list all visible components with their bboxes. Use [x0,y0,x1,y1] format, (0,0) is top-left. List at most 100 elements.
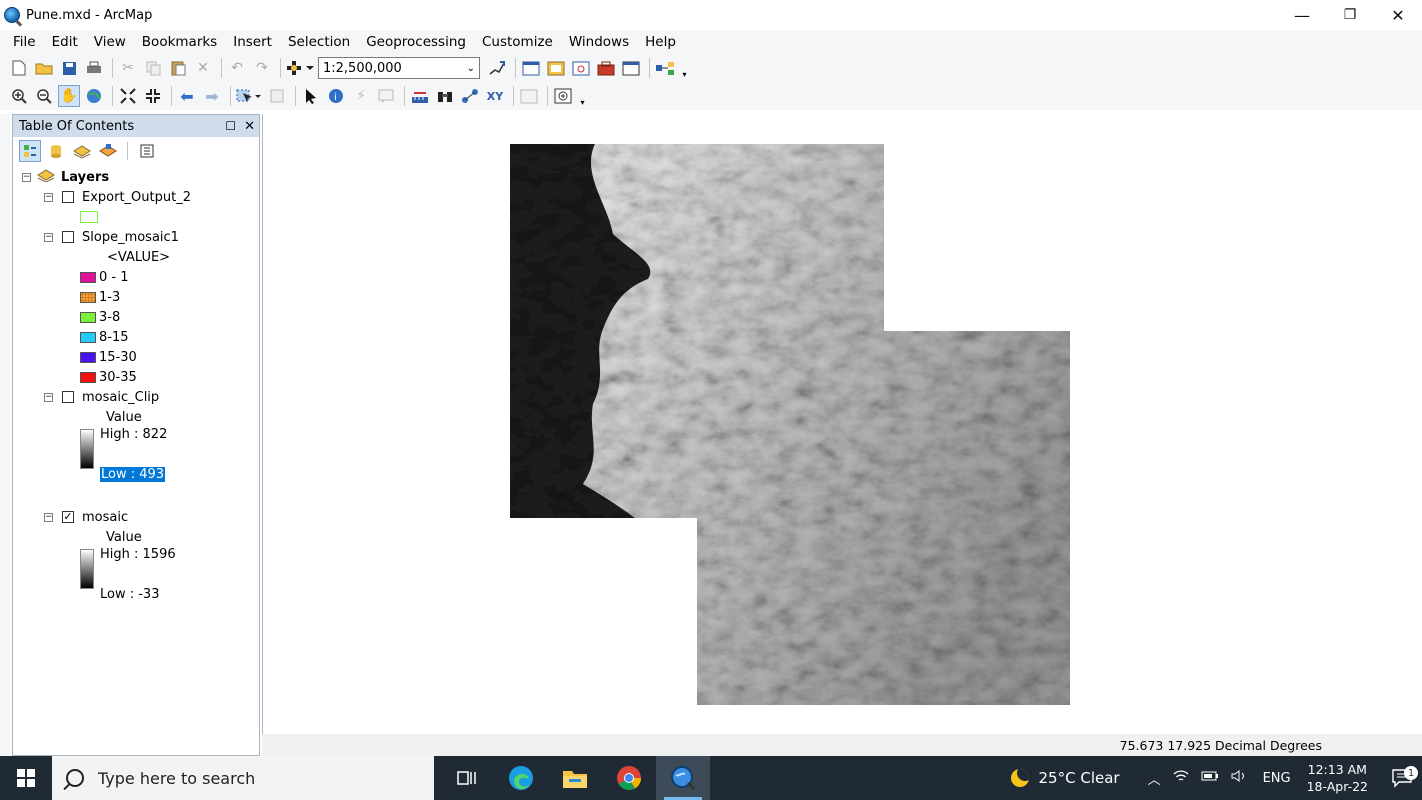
menu-windows[interactable]: Windows [561,34,637,50]
menu-insert[interactable]: Insert [225,34,280,50]
list-by-source-icon[interactable] [45,140,67,162]
menu-bookmarks[interactable]: Bookmarks [134,34,225,50]
file-explorer-icon[interactable] [548,756,602,800]
collapse-icon[interactable]: − [44,192,53,202]
editor-toolbar-icon[interactable] [486,57,508,79]
layer-visibility-checkbox[interactable] [62,191,74,203]
search-window-icon[interactable] [570,57,592,79]
stretched-color-ramp[interactable] [80,549,94,589]
layer-name[interactable]: Export_Output_2 [82,190,191,205]
go-to-xy-icon[interactable]: XY [484,85,506,107]
go-back-icon[interactable]: ⬅ [176,85,198,107]
legend-swatch[interactable] [80,371,96,383]
new-document-icon[interactable] [8,57,30,79]
open-folder-icon[interactable] [33,57,55,79]
layer-name[interactable]: mosaic [82,510,128,525]
save-icon[interactable] [58,57,80,79]
map-scale-dropdown[interactable]: 1:2,500,000 ⌄ [318,57,480,79]
arctoolbox-icon[interactable] [595,57,617,79]
menu-edit[interactable]: Edit [44,34,86,50]
chevron-up-icon[interactable]: ︿ [1148,769,1161,788]
list-by-selection-icon[interactable] [97,140,119,162]
table-of-contents-icon[interactable] [520,57,542,79]
layer-visibility-checkbox[interactable] [62,231,74,243]
find-route-icon[interactable] [459,85,481,107]
modelbuilder-icon[interactable] [654,57,676,79]
full-extent-globe-icon[interactable] [83,85,105,107]
catalog-icon[interactable] [545,57,567,79]
legend-low-label[interactable]: Low : 493 [100,464,166,484]
zoom-in-icon[interactable] [8,85,30,107]
fixed-zoom-in-icon[interactable] [117,85,139,107]
notification-center-icon[interactable]: 1 [1382,766,1422,788]
menu-customize[interactable]: Customize [474,34,561,50]
toolbar-overflow-icon[interactable]: ▾ [579,85,586,107]
polygon-symbol-swatch[interactable] [80,211,98,223]
collapse-icon[interactable]: − [22,172,31,182]
taskbar-search-box[interactable]: Type here to search [52,756,434,800]
layer-name[interactable]: mosaic_Clip [82,390,159,405]
fixed-zoom-out-icon[interactable] [142,85,164,107]
paste-icon[interactable] [167,57,189,79]
toc-options-icon[interactable] [136,140,158,162]
menu-selection[interactable]: Selection [280,34,358,50]
toc-close-icon[interactable]: ✕ [244,119,255,134]
collapse-icon[interactable]: − [44,232,53,242]
time-slider-icon[interactable] [518,85,540,107]
legend-swatch[interactable] [80,311,96,323]
find-binoculars-icon[interactable] [434,85,456,107]
toolbar-overflow-icon[interactable]: ▾ [681,57,688,79]
layer-visibility-checkbox[interactable] [62,391,74,403]
start-button[interactable] [0,756,52,800]
copy-icon[interactable] [142,57,164,79]
legend-swatch[interactable] [80,331,96,343]
clear-selection-icon[interactable] [266,85,288,107]
cut-icon[interactable]: ✂ [117,57,139,79]
battery-icon[interactable] [1201,770,1219,786]
elevation-raster-map[interactable] [263,114,1422,734]
add-data-icon[interactable] [285,57,315,79]
menu-view[interactable]: View [86,34,134,50]
minimize-button[interactable]: — [1278,0,1326,30]
layer-row-export-output[interactable]: − Export_Output_2 [44,187,191,207]
layer-name[interactable]: Slope_mosaic1 [82,230,179,245]
system-clock[interactable]: 12:13 AM 18-Apr-22 [1307,761,1368,795]
collapse-icon[interactable]: − [44,512,53,522]
weather-widget[interactable]: 25°C Clear [1010,769,1120,787]
map-data-view[interactable] [262,114,1422,734]
layer-row-mosaic[interactable]: − ✓ mosaic [44,507,128,527]
edge-browser-icon[interactable] [494,756,548,800]
legend-swatch[interactable] [80,291,96,303]
identify-icon[interactable]: i [325,85,347,107]
menu-geoprocessing[interactable]: Geoprocessing [358,34,474,50]
close-button[interactable]: ✕ [1374,0,1422,30]
list-by-drawing-order-icon[interactable] [19,140,41,162]
measure-icon[interactable] [409,85,431,107]
chrome-browser-icon[interactable] [602,756,656,800]
volume-icon[interactable] [1231,769,1247,787]
stretched-color-ramp[interactable] [80,429,94,469]
redo-icon[interactable]: ↷ [251,57,273,79]
pan-hand-icon[interactable]: ✋ [58,85,80,107]
python-window-icon[interactable] [620,57,642,79]
layer-row-slope[interactable]: − Slope_mosaic1 [44,227,179,247]
go-forward-icon[interactable]: ➡ [201,85,223,107]
menu-help[interactable]: Help [637,34,684,50]
legend-swatch[interactable] [80,351,96,363]
layers-root-row[interactable]: − Layers [22,167,109,187]
select-elements-arrow-icon[interactable] [300,85,322,107]
toc-autohide-icon[interactable]: ☐ [225,119,236,134]
html-popup-icon[interactable] [375,85,397,107]
create-viewer-window-icon[interactable] [552,85,574,107]
print-icon[interactable] [83,57,105,79]
layer-visibility-checkbox[interactable]: ✓ [62,511,74,523]
delete-icon[interactable]: ✕ [192,57,214,79]
hyperlink-icon[interactable]: ⚡ [350,85,372,107]
wifi-icon[interactable] [1173,769,1189,787]
restore-button[interactable]: ❐ [1326,0,1374,30]
collapse-icon[interactable]: − [44,392,53,402]
menu-file[interactable]: File [5,34,44,50]
input-language-indicator[interactable]: ENG [1263,771,1291,786]
task-view-icon[interactable] [440,756,494,800]
layer-row-mosaic-clip[interactable]: − mosaic_Clip [44,387,159,407]
